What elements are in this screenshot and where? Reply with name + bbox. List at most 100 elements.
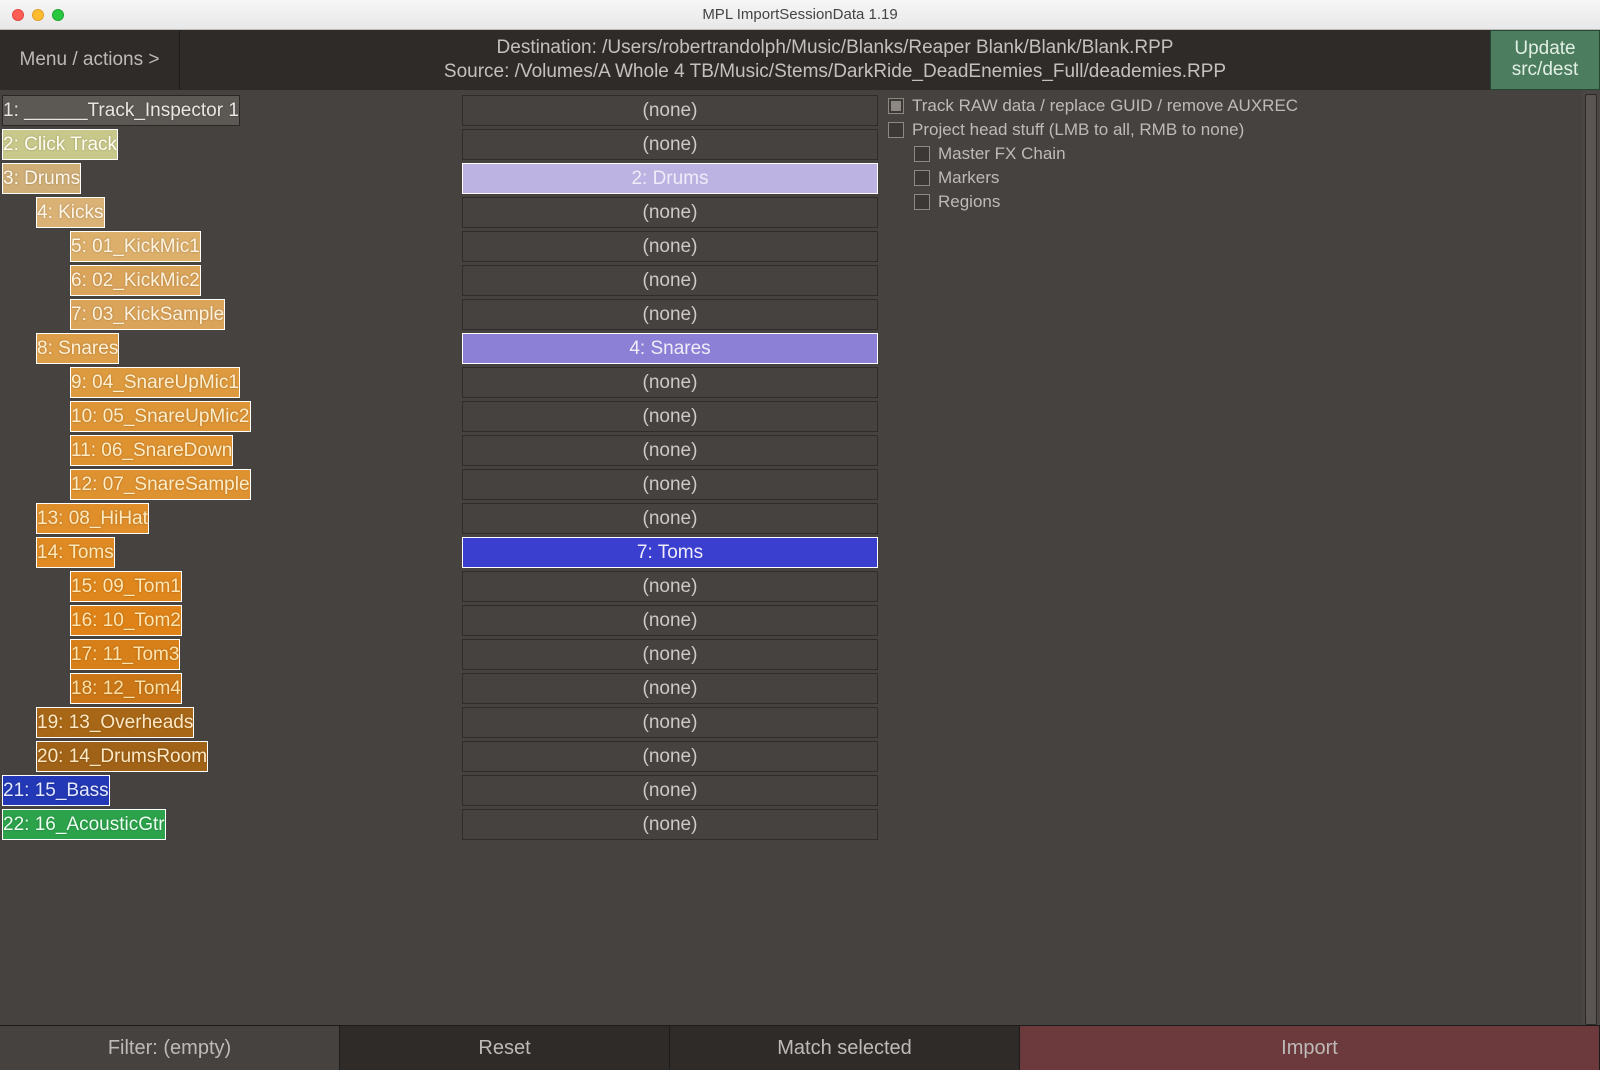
source-track-cell[interactable]: 18: 12_Tom4 xyxy=(70,673,182,704)
footer-bar: Filter: (empty) Reset Match selected Imp… xyxy=(0,1025,1600,1070)
source-track-cell[interactable]: 17: 11_Tom3 xyxy=(70,639,180,670)
destination-track-row: (none) xyxy=(460,808,880,842)
source-tracks-column: 1: ______Track_Inspector 12: Click Track… xyxy=(0,90,460,1025)
source-path: Source: /Volumes/A Whole 4 TB/Music/Stem… xyxy=(180,60,1490,84)
checkbox-icon[interactable] xyxy=(888,122,904,138)
checkbox-icon[interactable] xyxy=(914,146,930,162)
destination-track-cell[interactable]: (none) xyxy=(462,129,878,160)
source-track-cell[interactable]: 14: Toms xyxy=(36,537,115,568)
checkbox-icon[interactable] xyxy=(914,194,930,210)
checkbox-icon[interactable] xyxy=(888,98,904,114)
source-track-row: 19: 13_Overheads xyxy=(0,706,460,740)
source-track-row: 2: Click Track xyxy=(0,128,460,162)
update-src-dest-button[interactable]: Update src/dest xyxy=(1490,30,1600,90)
destination-track-cell[interactable]: (none) xyxy=(462,231,878,262)
destination-track-row: (none) xyxy=(460,94,880,128)
scrollbar-thumb[interactable] xyxy=(1585,94,1597,1025)
destination-track-cell[interactable]: (none) xyxy=(462,265,878,296)
source-track-cell[interactable]: 13: 08_HiHat xyxy=(36,503,149,534)
destination-track-cell[interactable]: (none) xyxy=(462,775,878,806)
source-track-row: 7: 03_KickSample xyxy=(0,298,460,332)
destination-track-row: (none) xyxy=(460,264,880,298)
destination-track-cell[interactable]: (none) xyxy=(462,741,878,772)
source-track-row: 18: 12_Tom4 xyxy=(0,672,460,706)
paths-display: Destination: /Users/robertrandolph/Music… xyxy=(180,30,1490,90)
source-track-row: 6: 02_KickMic2 xyxy=(0,264,460,298)
checkbox-icon[interactable] xyxy=(914,170,930,186)
source-track-cell[interactable]: 21: 15_Bass xyxy=(2,775,110,806)
source-track-cell[interactable]: 12: 07_SnareSample xyxy=(70,469,251,500)
scrollbar-track[interactable] xyxy=(1582,90,1600,1025)
destination-track-cell[interactable]: (none) xyxy=(462,95,878,126)
source-track-row: 16: 10_Tom2 xyxy=(0,604,460,638)
source-track-cell[interactable]: 8: Snares xyxy=(36,333,119,364)
destination-track-cell[interactable]: (none) xyxy=(462,605,878,636)
destination-track-row: (none) xyxy=(460,672,880,706)
source-track-row: 22: 16_AcousticGtr xyxy=(0,808,460,842)
destination-track-cell[interactable]: (none) xyxy=(462,707,878,738)
source-track-row: 13: 08_HiHat xyxy=(0,502,460,536)
match-selected-button[interactable]: Match selected xyxy=(670,1026,1020,1070)
zoom-icon[interactable] xyxy=(52,9,64,21)
source-track-cell[interactable]: 3: Drums xyxy=(2,163,81,194)
header-bar: Menu / actions > Destination: /Users/rob… xyxy=(0,30,1600,90)
destination-track-cell[interactable]: (none) xyxy=(462,367,878,398)
source-track-row: 11: 06_SnareDown xyxy=(0,434,460,468)
destination-track-cell-matched[interactable]: 7: Toms xyxy=(462,537,878,568)
destination-track-cell-matched[interactable]: 2: Drums xyxy=(462,163,878,194)
source-track-cell[interactable]: 15: 09_Tom1 xyxy=(70,571,182,602)
option-markers[interactable]: Markers xyxy=(888,166,1576,190)
option-project-head[interactable]: Project head stuff (LMB to all, RMB to n… xyxy=(888,118,1576,142)
option-raw-data[interactable]: Track RAW data / replace GUID / remove A… xyxy=(888,94,1576,118)
source-track-row: 14: Toms xyxy=(0,536,460,570)
destination-track-cell[interactable]: (none) xyxy=(462,401,878,432)
source-track-cell[interactable]: 9: 04_SnareUpMic1 xyxy=(70,367,240,398)
destination-track-row: 2: Drums xyxy=(460,162,880,196)
import-button[interactable]: Import xyxy=(1020,1026,1600,1070)
destination-track-cell[interactable]: (none) xyxy=(462,503,878,534)
destination-track-row: 4: Snares xyxy=(460,332,880,366)
destination-track-cell[interactable]: (none) xyxy=(462,299,878,330)
source-track-cell[interactable]: 19: 13_Overheads xyxy=(36,707,194,738)
destination-track-cell[interactable]: (none) xyxy=(462,571,878,602)
source-track-cell[interactable]: 11: 06_SnareDown xyxy=(70,435,233,466)
destination-track-cell[interactable]: (none) xyxy=(462,809,878,840)
source-track-cell[interactable]: 2: Click Track xyxy=(2,129,118,160)
destination-track-cell[interactable]: (none) xyxy=(462,639,878,670)
minimize-icon[interactable] xyxy=(32,9,44,21)
destination-path: Destination: /Users/robertrandolph/Music… xyxy=(180,36,1490,60)
destination-track-cell-matched[interactable]: 4: Snares xyxy=(462,333,878,364)
destination-track-cell[interactable]: (none) xyxy=(462,673,878,704)
source-track-cell[interactable]: 4: Kicks xyxy=(36,197,105,228)
source-track-cell[interactable]: 6: 02_KickMic2 xyxy=(70,265,201,296)
window-titlebar: MPL ImportSessionData 1.19 xyxy=(0,0,1600,30)
destination-track-row: (none) xyxy=(460,196,880,230)
source-track-cell[interactable]: 20: 14_DrumsRoom xyxy=(36,741,208,772)
reset-button[interactable]: Reset xyxy=(340,1026,670,1070)
source-track-cell[interactable]: 7: 03_KickSample xyxy=(70,299,225,330)
destination-track-cell[interactable]: (none) xyxy=(462,435,878,466)
source-track-cell[interactable]: 16: 10_Tom2 xyxy=(70,605,182,636)
close-icon[interactable] xyxy=(12,9,24,21)
option-master-fx-chain[interactable]: Master FX Chain xyxy=(888,142,1576,166)
source-track-row: 9: 04_SnareUpMic1 xyxy=(0,366,460,400)
source-track-row: 3: Drums xyxy=(0,162,460,196)
destination-track-row: (none) xyxy=(460,468,880,502)
source-track-cell[interactable]: 5: 01_KickMic1 xyxy=(70,231,201,262)
destination-track-row: (none) xyxy=(460,502,880,536)
destination-track-cell[interactable]: (none) xyxy=(462,197,878,228)
options-panel: Track RAW data / replace GUID / remove A… xyxy=(880,90,1582,1025)
filter-button[interactable]: Filter: (empty) xyxy=(0,1026,340,1070)
destination-track-cell[interactable]: (none) xyxy=(462,469,878,500)
destination-track-row: (none) xyxy=(460,400,880,434)
source-track-cell[interactable]: 10: 05_SnareUpMic2 xyxy=(70,401,251,432)
destination-track-row: (none) xyxy=(460,434,880,468)
main-area: 1: ______Track_Inspector 12: Click Track… xyxy=(0,90,1600,1025)
source-track-cell[interactable]: 22: 16_AcousticGtr xyxy=(2,809,166,840)
source-track-cell[interactable]: 1: ______Track_Inspector 1 xyxy=(2,95,240,126)
menu-actions-button[interactable]: Menu / actions > xyxy=(0,30,180,90)
source-track-row: 17: 11_Tom3 xyxy=(0,638,460,672)
destination-track-row: (none) xyxy=(460,366,880,400)
destination-track-row: (none) xyxy=(460,298,880,332)
option-regions[interactable]: Regions xyxy=(888,190,1576,214)
